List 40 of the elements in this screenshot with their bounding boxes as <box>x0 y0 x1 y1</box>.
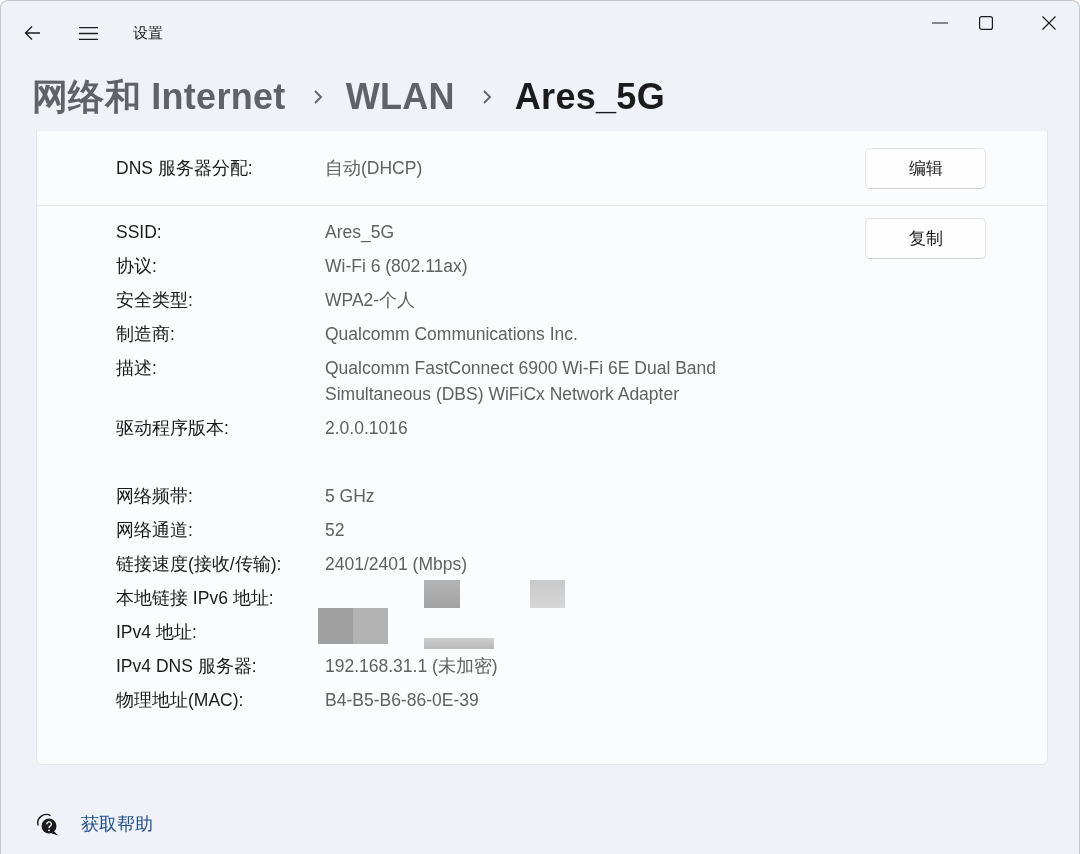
property-value: Ares_5G <box>325 221 395 245</box>
property-value: 52 <box>325 519 345 542</box>
help-icon <box>35 812 59 836</box>
page-title: Ares_5G <box>514 75 665 119</box>
copy-button[interactable]: 复制 <box>865 218 986 259</box>
property-value: 192.168.31.1 (未加密) <box>325 655 498 678</box>
breadcrumb-link[interactable]: WLAN <box>345 75 455 119</box>
property-label: 驱动程序版本: <box>116 417 230 440</box>
property-value: 5 GHz <box>325 485 375 508</box>
property-label: 物理地址(MAC): <box>116 689 245 712</box>
menu-icon[interactable] <box>79 27 98 40</box>
property-value: 自动(DHCP) <box>325 157 423 180</box>
close-icon[interactable] <box>1042 16 1056 30</box>
property-label: SSID: <box>116 221 163 244</box>
property-label: IPv4 DNS 服务器: <box>116 655 258 678</box>
back-icon[interactable] <box>24 25 41 41</box>
help-link[interactable]: 获取帮助 <box>81 812 153 836</box>
property-value: WPA2-个人 <box>325 289 416 312</box>
chevron-icon <box>481 89 492 105</box>
property-label: 网络频带: <box>116 485 194 508</box>
edit-button[interactable]: 编辑 <box>865 147 986 189</box>
property-label: 链接速度(接收/传输): <box>116 553 283 576</box>
maximize-icon[interactable] <box>979 16 993 30</box>
property-label: 描述: <box>116 357 158 380</box>
property-value: Qualcomm FastConnect 6900 Wi-Fi 6E Dual Band Simultaneous (DBS) WiFiCx Network Adapter <box>325 357 717 406</box>
property-label: 网络通道: <box>116 519 194 542</box>
property-label: IPv4 地址: <box>116 621 198 644</box>
property-label: 制造商: <box>116 323 176 346</box>
property-value: 2.0.0.1016 <box>325 417 408 440</box>
property-label: 安全类型: <box>116 289 194 312</box>
property-value: 2401/2401 (Mbps) <box>325 553 468 576</box>
property-label: DNS 服务器分配: <box>116 157 254 180</box>
property-label: 协议: <box>116 255 158 278</box>
breadcrumb-link[interactable]: 网络和 Internet <box>32 75 286 119</box>
property-value: Qualcomm Communications Inc. <box>325 323 578 346</box>
property-value: Wi-Fi 6 (802.11ax) <box>325 255 468 278</box>
property-label: 本地链接 IPv6 地址: <box>116 587 275 610</box>
property-value: B4-B5-B6-86-0E-39 <box>325 689 479 712</box>
window-title: 设置 <box>133 23 163 43</box>
chevron-icon <box>312 89 323 105</box>
